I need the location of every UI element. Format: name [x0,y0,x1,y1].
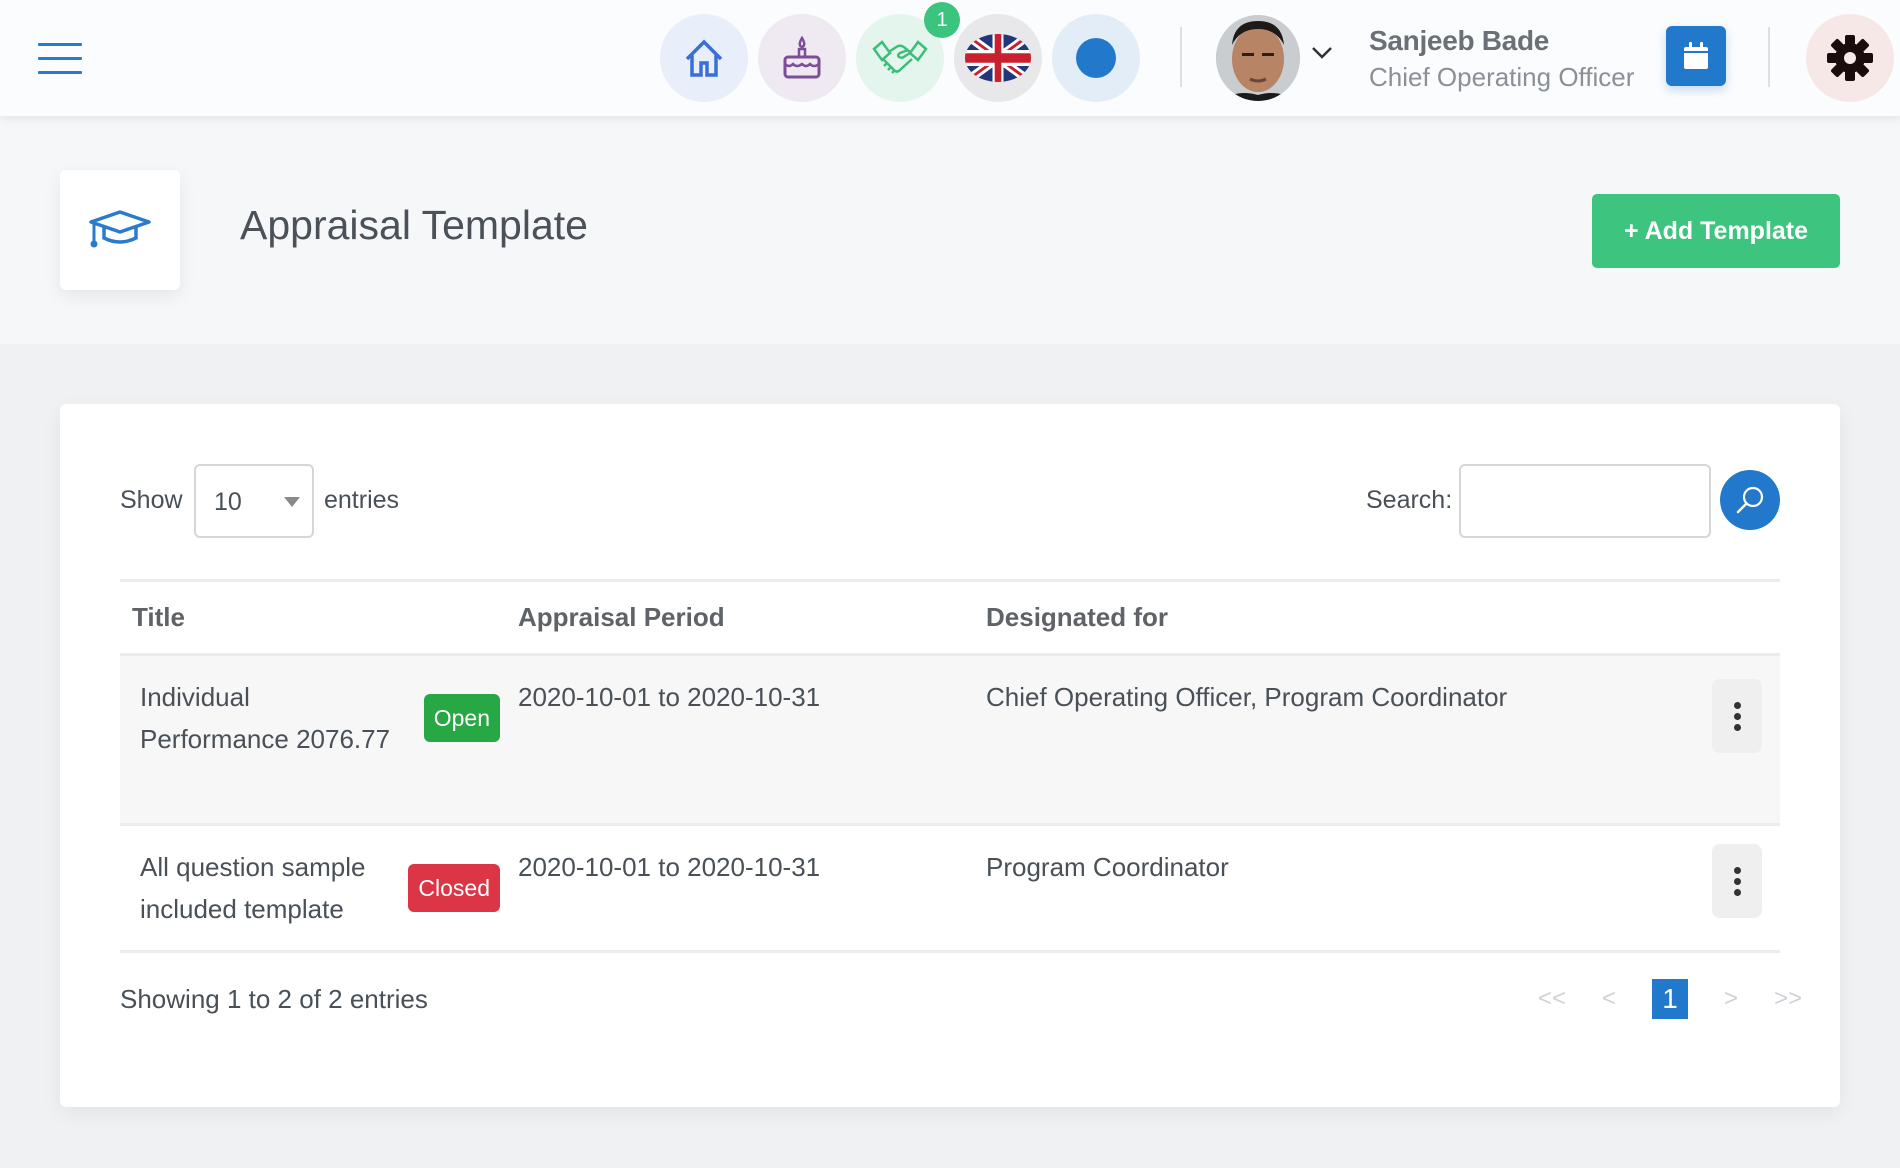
table-info: Showing 1 to 2 of 2 entries [120,984,428,1014]
handshake-icon [872,40,928,74]
title-cell: All question sample included template Cl… [120,824,518,953]
kebab-dot-icon [1733,877,1741,885]
birthday-cake-icon [783,36,821,79]
graduation-cap-icon [89,210,151,248]
search-button[interactable] [1720,470,1780,530]
title-cell: Individual Performance 2076.77 Open [120,654,518,826]
designated-cell: Chief Operating Officer, Program Coordin… [986,654,1680,826]
column-header-period[interactable]: Appraisal Period [518,579,986,656]
period-cell: 2020-10-01 to 2020-10-31 [518,824,986,953]
show-label: Show [120,486,183,514]
language-button[interactable] [954,14,1042,102]
divider [1768,27,1770,87]
table-header-row: Title Appraisal Period Designated for [120,579,1780,656]
table-row: All question sample included template Cl… [120,824,1780,953]
avatar[interactable] [1216,15,1300,101]
designated-cell: Program Coordinator [986,824,1680,953]
pagination-last[interactable]: >> [1774,985,1802,1013]
pagination-prev[interactable]: < [1602,985,1616,1013]
chevron-down-icon[interactable] [1311,46,1333,60]
status-dot-icon [1076,38,1116,78]
search-icon [1736,486,1764,514]
top-navbar: 1 Sanjeeb Bade Chief Operating Officer [0,0,1900,116]
search-input[interactable] [1459,464,1711,538]
kebab-dot-icon [1733,723,1741,731]
page-length-select[interactable]: 10 [194,464,314,538]
row-actions-button[interactable] [1712,844,1762,918]
gear-icon [1827,35,1873,81]
pagination-page-1[interactable]: 1 [1652,979,1689,1019]
actions-cell [1680,654,1780,826]
kebab-dot-icon [1733,701,1741,709]
pagination-first[interactable]: << [1538,985,1566,1013]
column-header-designated[interactable]: Designated for [986,579,1680,656]
pagination: << < 1 > >> [1520,979,1820,1019]
table-row: Individual Performance 2076.77 Open 2020… [120,654,1780,826]
caret-down-icon [284,497,300,507]
status-button[interactable] [1052,14,1140,102]
template-title[interactable]: All question sample included template [140,846,400,930]
menu-icon[interactable] [38,42,82,74]
kebab-dot-icon [1733,866,1741,874]
templates-table: Title Appraisal Period Designated for In… [120,579,1780,953]
template-title[interactable]: Individual Performance 2076.77 [140,676,400,760]
column-header-title[interactable]: Title [120,579,518,656]
row-actions-button[interactable] [1712,679,1762,753]
uk-flag-icon [965,34,1031,82]
page-title: Appraisal Template [240,202,588,248]
entries-label: entries [324,486,400,514]
status-badge: Closed [408,864,500,912]
search-label: Search: [1366,486,1453,514]
notification-badge: 1 [924,2,960,38]
user-name: Sanjeeb Bade [1369,25,1550,56]
home-button[interactable] [660,14,748,102]
page-length-value: 10 [214,488,242,516]
kebab-dot-icon [1733,888,1741,896]
add-template-button[interactable]: + Add Template [1592,194,1840,268]
user-role: Chief Operating Officer [1369,62,1635,92]
settings-button[interactable] [1806,14,1894,102]
page-icon-card [60,170,180,290]
kebab-dot-icon [1733,712,1741,720]
birthday-button[interactable] [758,14,846,102]
column-header-actions [1680,579,1780,656]
home-icon [685,39,723,77]
actions-cell [1680,824,1780,953]
divider [1180,27,1182,87]
calendar-button[interactable] [1666,26,1726,86]
pagination-next[interactable]: > [1724,985,1738,1013]
templates-card: Show 10 entries Search: Title Appraisal … [60,404,1840,1107]
status-badge: Open [423,694,500,742]
calendar-icon [1684,42,1708,69]
period-cell: 2020-10-01 to 2020-10-31 [518,654,986,826]
